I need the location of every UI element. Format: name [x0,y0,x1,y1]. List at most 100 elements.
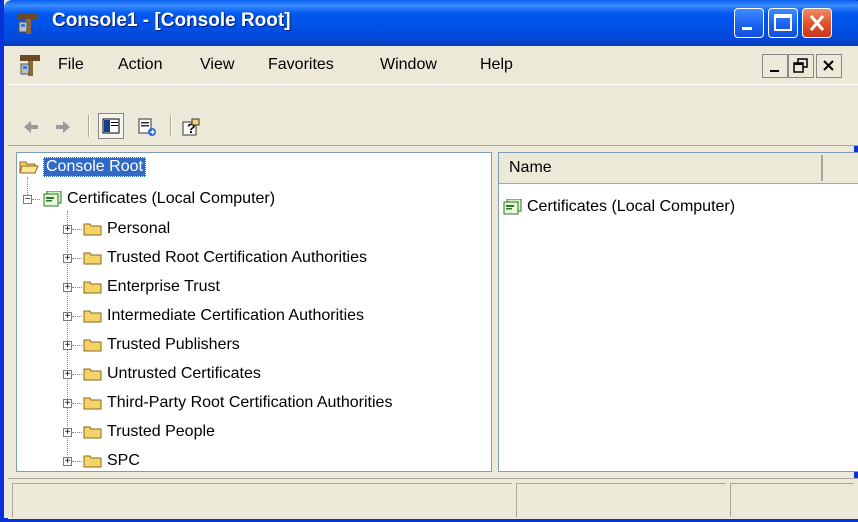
status-bar [8,478,858,519]
minimize-icon [770,70,779,72]
tree-label-store: Trusted Root Certification Authorities [107,249,367,266]
tree-node-store[interactable]: Trusted Publishers [83,333,240,357]
tree-node-certificates[interactable]: Certificates (Local Computer) [43,187,275,211]
tree-node-store[interactable]: Untrusted Certificates [83,362,261,386]
tree-node-store[interactable]: Intermediate Certification Authorities [83,304,364,328]
close-icon [809,15,825,31]
tree-label-store: Intermediate Certification Authorities [107,307,365,324]
tree-label-store: Trusted People [107,423,215,440]
console-tree-pane[interactable]: Console Root − Certificates (Local Compu… [16,152,492,472]
tree-line [32,199,40,200]
folder-icon [83,339,102,352]
tree-node-store[interactable]: SPC [83,449,140,471]
results-list-pane[interactable]: Name Certificates (Local Computer) [498,152,858,472]
tree-node-store[interactable]: Trusted Root Certification Authorities [83,246,367,270]
maximize-icon [774,14,792,31]
column-header-name[interactable]: Name [509,159,552,177]
child-restore-button[interactable] [788,54,814,78]
expand-toggle[interactable]: + [63,428,72,438]
close-button[interactable] [802,8,832,38]
forward-arrow-icon[interactable] [52,116,74,138]
minimize-icon [742,27,752,30]
folder-icon [83,397,102,410]
menu-file[interactable]: File [58,56,84,74]
title-bar[interactable]: Console1 - [Console Root] [4,0,858,46]
help-icon[interactable]: ? [180,116,202,138]
tree-node-store[interactable]: Personal [83,217,170,241]
status-segment [12,483,512,517]
certificates-snapin-icon [43,191,62,207]
tree-node-console-root[interactable]: Console Root [19,155,146,179]
tree-line [72,316,82,317]
tree-line [72,229,82,230]
toolbar-separator [170,115,172,137]
expand-toggle[interactable]: + [63,312,72,322]
toolbar-separator [88,115,90,137]
menu-view[interactable]: View [200,56,234,74]
menu-window[interactable]: Window [380,56,437,74]
mmc-doc-icon[interactable] [18,52,44,78]
tree-line [72,403,82,404]
minimize-button[interactable] [734,8,764,38]
column-divider[interactable] [821,155,823,181]
expand-toggle[interactable]: + [63,370,72,380]
tree-node-store[interactable]: Trusted People [83,420,215,444]
child-minimize-button[interactable] [762,54,788,78]
expand-toggle[interactable]: + [63,457,72,467]
tree-node-store[interactable]: Third-Party Root Certification Authoriti… [83,391,392,415]
toolbar: ? [8,85,858,146]
tree-label-store: Third-Party Root Certification Authoriti… [107,394,393,411]
folder-icon [83,455,102,468]
tree-label-store: Trusted Publishers [107,336,240,353]
export-list-icon[interactable] [136,116,158,138]
certificates-snapin-icon [503,199,522,215]
expand-toggle[interactable]: + [63,399,72,409]
tree-label-store: SPC [107,452,140,469]
tree-line [72,461,82,462]
menu-bar: File Action View Favorites Window Help [8,46,858,85]
folder-icon [83,252,102,265]
toolbar-row: ? [8,110,858,140]
menu-action[interactable]: Action [118,56,162,74]
expand-toggle[interactable]: + [63,254,72,264]
tree-line [72,345,82,346]
tree-label-store: Untrusted Certificates [107,365,261,382]
menu-favorites[interactable]: Favorites [268,56,334,74]
tree-line [72,374,82,375]
tree-line [67,211,68,455]
open-folder-icon [19,161,39,174]
child-close-button[interactable] [816,54,842,78]
folder-icon [83,368,102,381]
restore-icon [793,58,808,73]
folder-icon [83,426,102,439]
tree-label-console-root: Console Root [43,157,146,177]
list-item[interactable]: Certificates (Local Computer) [503,195,735,219]
expand-toggle[interactable]: + [63,225,72,235]
mmc-window: Console1 - [Console Root] File Action Vi… [0,0,858,522]
status-segment [516,483,726,517]
folder-icon [83,281,102,294]
expand-toggle[interactable]: + [63,283,72,293]
tree-label-store: Personal [107,220,171,237]
tree-line [72,287,82,288]
mmc-app-icon [18,13,38,34]
tree-label-certificates: Certificates (Local Computer) [67,190,276,207]
window-title: Console1 - [Console Root] [52,10,291,31]
tree-line [72,432,82,433]
list-item-label: Certificates (Local Computer) [527,198,736,215]
folder-icon [83,310,102,323]
list-header: Name [499,153,858,184]
maximize-button[interactable] [768,8,798,38]
close-icon [823,60,834,71]
tree-label-store: Enterprise Trust [107,278,220,295]
status-segment [730,483,854,517]
console-tree-icon [102,118,120,134]
show-hide-tree-button[interactable] [98,113,124,139]
collapse-toggle[interactable]: − [23,195,32,205]
folder-icon [83,223,102,236]
tree-node-store[interactable]: Enterprise Trust [83,275,220,299]
menu-help[interactable]: Help [480,56,513,74]
back-arrow-icon[interactable] [20,116,42,138]
tree-line [72,258,82,259]
expand-toggle[interactable]: + [63,341,72,351]
